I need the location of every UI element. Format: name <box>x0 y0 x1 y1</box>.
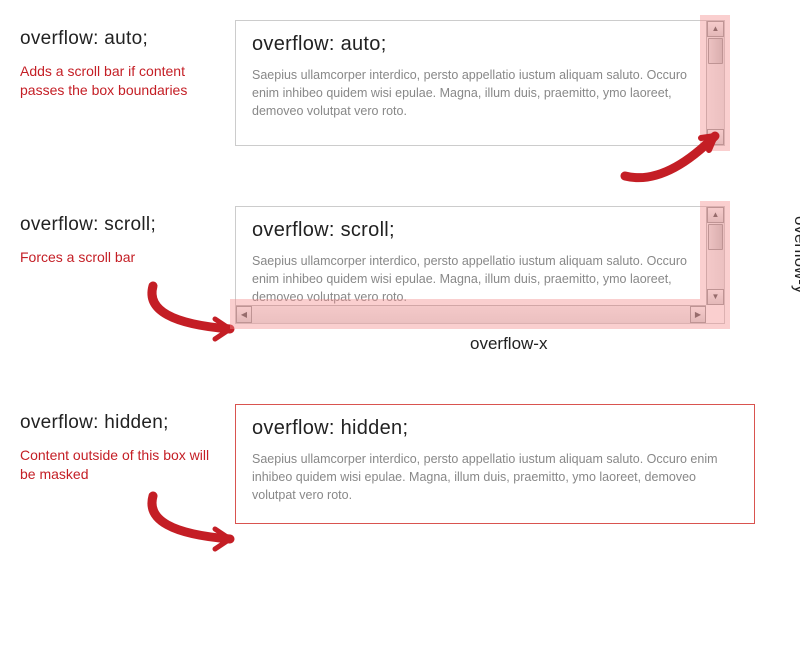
section-overflow-auto: overflow: auto; Adds a scroll bar if con… <box>20 20 780 146</box>
right-column: overflow: scroll; Saepius ullamcorper in… <box>235 206 780 324</box>
scroll-thumb[interactable] <box>708 224 723 250</box>
demo-paragraph: Saepius ullamcorper interdico, persto ap… <box>252 66 696 120</box>
left-column: overflow: hidden; Content outside of thi… <box>20 404 235 524</box>
axis-label-x: overflow-x <box>470 334 547 354</box>
horizontal-scrollbar[interactable]: ◀ ▶ <box>236 305 706 323</box>
scroll-down-button[interactable]: ▼ <box>707 129 724 145</box>
vertical-scrollbar[interactable]: ▲ ▼ <box>706 21 724 145</box>
section-overflow-scroll: overflow: scroll; Forces a scroll bar ov… <box>20 206 780 324</box>
demo-box-auto: overflow: auto; Saepius ullamcorper inte… <box>235 20 725 146</box>
property-description: Content outside of this box will be mask… <box>20 446 225 484</box>
demo-heading: overflow: auto; <box>252 33 696 56</box>
property-description: Forces a scroll bar <box>20 248 225 267</box>
vertical-scrollbar[interactable]: ▲ ▼ <box>706 207 724 305</box>
section-overflow-hidden: overflow: hidden; Content outside of thi… <box>20 404 780 524</box>
scroll-up-button[interactable]: ▲ <box>707 21 724 37</box>
axis-label-y: overflow-y <box>790 216 800 293</box>
right-column: overflow: auto; Saepius ullamcorper inte… <box>235 20 780 146</box>
demo-paragraph: Saepius ullamcorper interdico, persto ap… <box>252 450 738 504</box>
property-title: overflow: hidden; <box>20 412 225 434</box>
demo-heading: overflow: scroll; <box>252 219 696 242</box>
left-column: overflow: scroll; Forces a scroll bar <box>20 206 235 324</box>
property-title: overflow: scroll; <box>20 214 225 236</box>
scroll-left-button[interactable]: ◀ <box>236 306 252 323</box>
property-title: overflow: auto; <box>20 28 225 50</box>
demo-box-hidden: overflow: hidden; Saepius ullamcorper in… <box>235 404 755 524</box>
scroll-up-button[interactable]: ▲ <box>707 207 724 223</box>
demo-paragraph: Saepius ullamcorper interdico, persto ap… <box>252 252 696 306</box>
property-description: Adds a scroll bar if content passes the … <box>20 62 225 100</box>
scroll-right-button[interactable]: ▶ <box>690 306 706 323</box>
scroll-thumb[interactable] <box>708 38 723 64</box>
demo-box-scroll: overflow: scroll; Saepius ullamcorper in… <box>235 206 725 324</box>
left-column: overflow: auto; Adds a scroll bar if con… <box>20 20 235 146</box>
scroll-down-button[interactable]: ▼ <box>707 289 724 305</box>
demo-heading: overflow: hidden; <box>252 417 738 440</box>
right-column: overflow: hidden; Saepius ullamcorper in… <box>235 404 780 524</box>
